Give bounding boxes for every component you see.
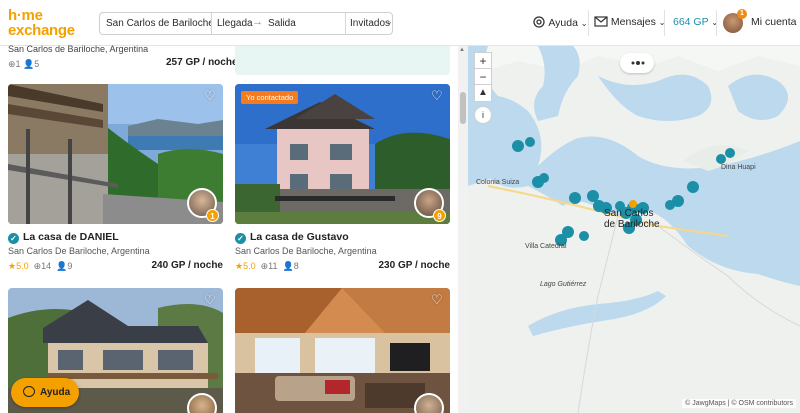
highlighted-pin bbox=[629, 200, 637, 208]
verified-check-icon: ✓ bbox=[235, 233, 246, 244]
info-icon[interactable]: i bbox=[474, 106, 492, 124]
listing-title[interactable]: ✓ La casa de Gustavo bbox=[235, 231, 349, 244]
account-label: Mi cuenta bbox=[751, 16, 797, 28]
contacted-badge: Yo contactado bbox=[241, 91, 299, 104]
listing-price: 257 GP / noche bbox=[166, 57, 238, 68]
divider bbox=[588, 10, 589, 36]
listing-card[interactable]: ♡ 1 ✓ La casa de DANIEL San Carlos De Bar… bbox=[8, 84, 223, 274]
loading-indicator bbox=[620, 53, 654, 73]
map-label-villa-catedral: Villa Catedral bbox=[525, 243, 567, 250]
checkin-field[interactable]: Llegada bbox=[217, 18, 253, 29]
listing-city: San Carlos De Bariloche, Argentina bbox=[8, 246, 150, 256]
help-menu[interactable]: Ayuda ⌄ bbox=[532, 16, 588, 29]
map-label-dina-huapi: Dina Huapi bbox=[721, 164, 756, 171]
points-balance: 664 GP bbox=[673, 16, 709, 28]
host-badge: 9 bbox=[433, 209, 446, 222]
listing-card[interactable]: ♡ bbox=[235, 288, 450, 413]
divider bbox=[664, 10, 665, 36]
listing-meta: ★5.0 ⊕14 👤9 bbox=[8, 261, 72, 272]
favorite-heart-icon[interactable]: ♡ bbox=[204, 293, 217, 306]
destination-field[interactable]: San Carlos de Bariloche, RN, bbox=[106, 18, 212, 29]
arrow-right-icon: → bbox=[252, 16, 263, 28]
favorite-heart-icon[interactable]: ♡ bbox=[431, 89, 444, 102]
scroll-thumb[interactable] bbox=[460, 92, 466, 124]
envelope-icon bbox=[594, 16, 608, 27]
rooms-count: 11 bbox=[268, 261, 278, 271]
messages-menu[interactable]: Mensajes ⌄ bbox=[594, 16, 666, 28]
listing-photo[interactable]: ♡ 1 bbox=[8, 84, 223, 224]
listing-meta: ★5.0 ⊕11 👤8 bbox=[235, 261, 299, 272]
divider bbox=[345, 13, 346, 34]
results-map[interactable]: + − ▲ i Colonia Suiza Villa Catedral Lag… bbox=[468, 46, 800, 413]
verified-check-icon: ✓ bbox=[8, 233, 19, 244]
divider bbox=[716, 10, 717, 36]
promo-panel bbox=[235, 46, 450, 75]
rooms-icon: ⊕ bbox=[31, 261, 42, 271]
listing-price: 230 GP / noche bbox=[378, 260, 450, 271]
guests-count: 8 bbox=[293, 261, 299, 271]
listing-city: San Carlos De Bariloche, Argentina bbox=[235, 246, 377, 256]
guests-field[interactable]: Invitados bbox=[350, 18, 390, 29]
listing-card[interactable]: Yo contactado ♡ 9 ✓ La casa de Gustavo Sa… bbox=[235, 84, 450, 274]
map-attribution[interactable]: © JawgMaps | © OSM contributors bbox=[682, 399, 796, 408]
favorite-heart-icon[interactable]: ♡ bbox=[431, 293, 444, 306]
rating: ★5.0 bbox=[8, 261, 29, 271]
notification-badge: 1 bbox=[737, 9, 747, 19]
rating: ★5.0 bbox=[235, 261, 256, 271]
search-bar[interactable]: San Carlos de Bariloche, RN, Llegada → S… bbox=[99, 12, 393, 35]
messages-label: Mensajes bbox=[610, 16, 656, 28]
points-menu[interactable]: 664 GP ⌄ bbox=[673, 16, 718, 28]
chevron-down-icon: ⌄ bbox=[711, 18, 719, 27]
chevron-down-icon: ⌄ bbox=[386, 17, 393, 26]
listing-scrollbar[interactable]: ▲ bbox=[458, 46, 468, 413]
guests-icon: 👤 bbox=[280, 261, 294, 271]
previous-listing-row: San Carlos de Bariloche, Argentina ⊕1 👤5… bbox=[8, 44, 450, 76]
homeexchange-logo[interactable]: h·me exchange bbox=[8, 7, 92, 39]
listing-photo[interactable]: Yo contactado ♡ 9 bbox=[235, 84, 450, 224]
host-badge: 1 bbox=[206, 209, 219, 222]
listing-price: 240 GP / noche bbox=[151, 260, 223, 271]
top-header: h·me exchange San Carlos de Bariloche, R… bbox=[0, 0, 800, 46]
help-label: Ayuda bbox=[548, 17, 578, 29]
listing-city: San Carlos de Bariloche, Argentina bbox=[8, 44, 149, 54]
listing-photo[interactable]: ♡ bbox=[235, 288, 450, 413]
lifebuoy-icon bbox=[533, 16, 545, 28]
compass-button[interactable]: ▲ bbox=[474, 84, 492, 102]
listing-title[interactable]: ✓ La casa de DANIEL bbox=[8, 231, 119, 244]
rooms-icon: ⊕ bbox=[258, 261, 269, 271]
chevron-down-icon: ⌄ bbox=[580, 19, 588, 28]
guests-count: 9 bbox=[67, 261, 73, 271]
favorite-heart-icon[interactable]: ♡ bbox=[204, 89, 217, 102]
account-menu[interactable]: Mi cuenta ⌄ bbox=[751, 16, 800, 28]
map-label-city: San Carlos de Bariloche bbox=[604, 208, 660, 230]
map-label-lago-gutierrez: Lago Gutiérrez bbox=[540, 281, 587, 288]
scroll-up-arrow-icon[interactable]: ▲ bbox=[459, 47, 465, 53]
map-label-colonia-suiza: Colonia Suiza bbox=[476, 179, 520, 186]
divider bbox=[211, 13, 212, 34]
listing-meta: ⊕1 👤5 bbox=[8, 59, 40, 69]
checkout-field[interactable]: Salida bbox=[268, 18, 296, 29]
guests-icon: 👤 bbox=[53, 261, 68, 271]
rooms-count: 14 bbox=[41, 261, 52, 271]
help-chat-button[interactable]: Ayuda bbox=[11, 378, 79, 407]
chat-bubble-icon bbox=[23, 386, 35, 397]
